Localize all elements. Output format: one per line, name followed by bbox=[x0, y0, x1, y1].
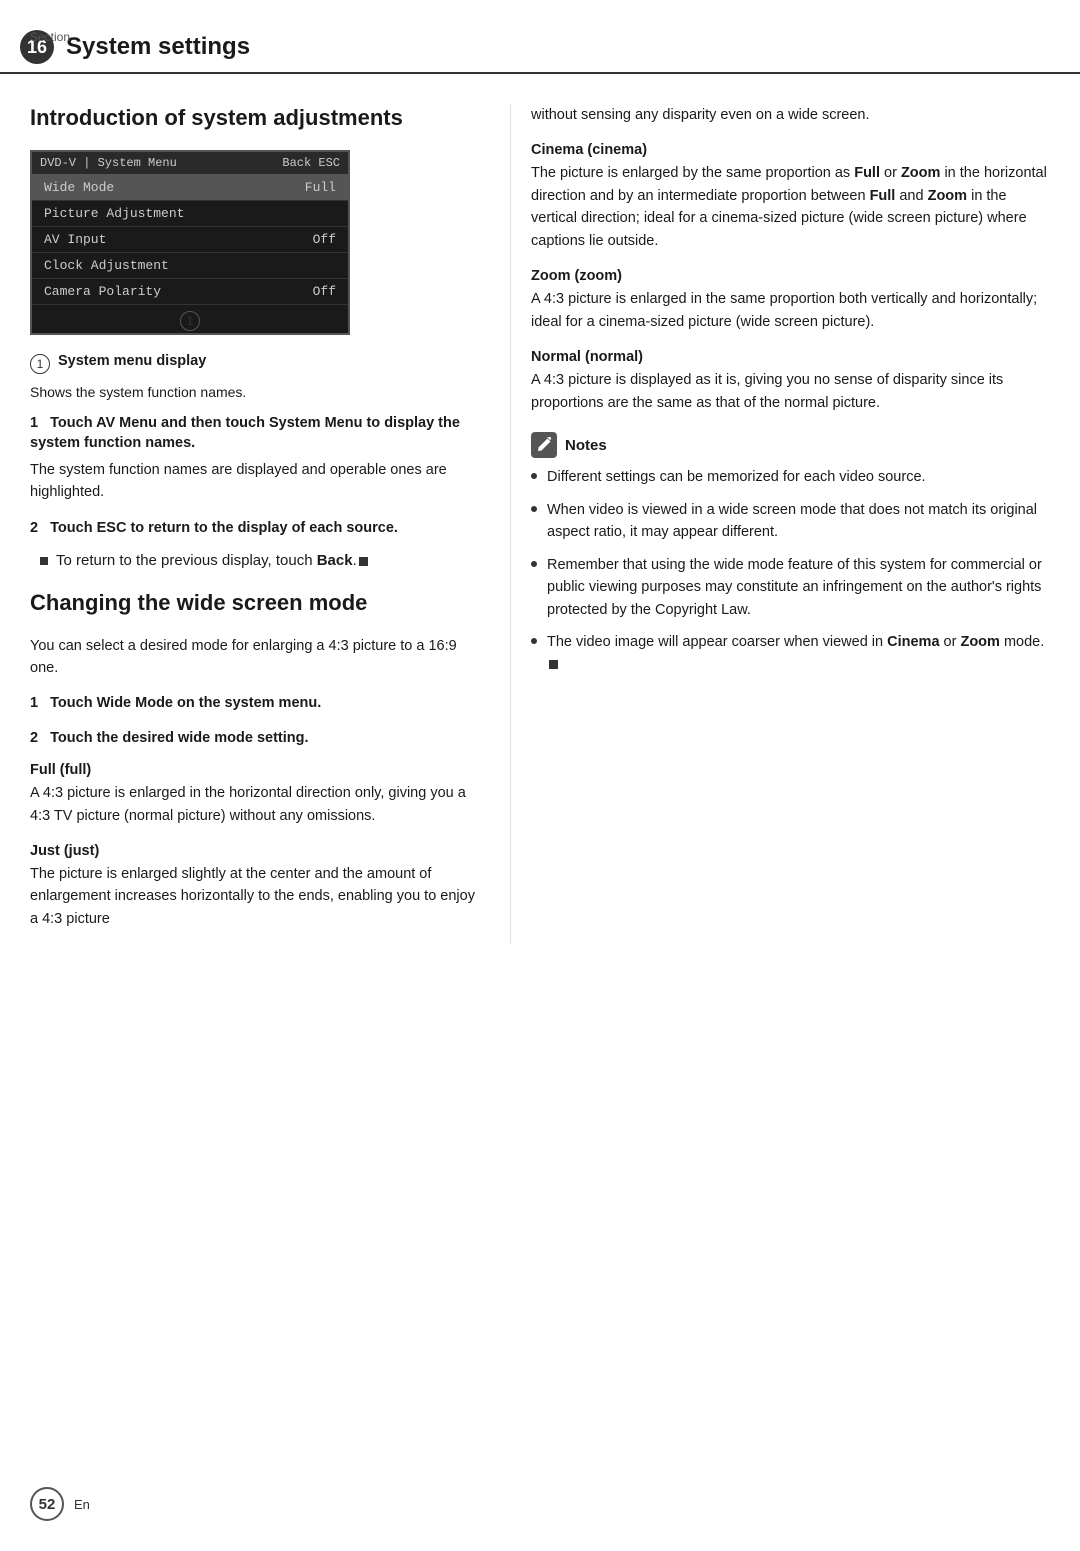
end-square bbox=[359, 557, 368, 566]
section-label: Section bbox=[30, 30, 70, 44]
step-1: 1 Touch AV Menu and then touch System Me… bbox=[30, 413, 480, 504]
right-column: without sensing any disparity even on a … bbox=[510, 104, 1050, 944]
content-columns: Introduction of system adjustments DVD-V… bbox=[0, 104, 1080, 944]
just-body: The picture is enlarged slightly at the … bbox=[30, 863, 480, 930]
end-square-2 bbox=[549, 660, 558, 669]
menu-circle-num: 1 bbox=[180, 311, 200, 331]
intro-heading: Introduction of system adjustments bbox=[30, 104, 480, 132]
bullet-step: To return to the previous display, touch… bbox=[40, 552, 480, 569]
normal-body: A 4:3 picture is displayed as it is, giv… bbox=[531, 369, 1050, 414]
zoom-body: A 4:3 picture is enlarged in the same pr… bbox=[531, 288, 1050, 333]
page-number: 52 bbox=[30, 1487, 64, 1521]
sys-menu-row-4: Camera Polarity Off bbox=[32, 279, 348, 305]
sys-menu-row-0: Wide Mode Full bbox=[32, 175, 348, 201]
circle-num-1: 1 bbox=[30, 354, 50, 374]
sys-menu-header-right: Back ESC bbox=[282, 156, 340, 170]
note-bullet-3 bbox=[531, 638, 537, 644]
bullet-square bbox=[40, 557, 48, 565]
intro-body: without sensing any disparity even on a … bbox=[531, 104, 1050, 126]
row-label-2: AV Input bbox=[44, 232, 106, 247]
note-bullet-0 bbox=[531, 473, 537, 479]
pencil-icon bbox=[536, 437, 552, 453]
wide-step-1-heading: 1 Touch Wide Mode on the system menu. bbox=[30, 693, 480, 713]
cinema-body: The picture is enlarged by the same prop… bbox=[531, 162, 1050, 252]
page-footer: 52 En bbox=[30, 1487, 90, 1521]
just-heading: Just (just) bbox=[30, 843, 480, 859]
wide-step-1: 1 Touch Wide Mode on the system menu. bbox=[30, 693, 480, 713]
circle-item-label: System menu display bbox=[58, 353, 206, 369]
header-bar: 16 System settings bbox=[0, 22, 1080, 74]
sys-menu-row-2: AV Input Off bbox=[32, 227, 348, 253]
wide-screen-heading: Changing the wide screen mode bbox=[30, 589, 480, 617]
row-value-4: Off bbox=[313, 284, 336, 299]
notes-label: Notes bbox=[565, 437, 607, 454]
row-label-1: Picture Adjustment bbox=[44, 206, 184, 221]
circle-item-body: Shows the system function names. bbox=[30, 382, 480, 404]
row-label-0: Wide Mode bbox=[44, 180, 114, 195]
page-container: Section 16 System settings Introduction … bbox=[0, 22, 1080, 1551]
note-item-1: When video is viewed in a wide screen mo… bbox=[531, 499, 1050, 544]
system-menu-screenshot: DVD-V | System Menu Back ESC Wide Mode F… bbox=[30, 150, 350, 335]
left-column: Introduction of system adjustments DVD-V… bbox=[30, 104, 510, 944]
wide-step-2: 2 Touch the desired wide mode setting. bbox=[30, 728, 480, 748]
zoom-heading: Zoom (zoom) bbox=[531, 268, 1050, 284]
step-2-heading: 2 Touch ESC to return to the display of … bbox=[30, 518, 480, 538]
page-lang: En bbox=[74, 1497, 90, 1512]
note-item-2: Remember that using the wide mode featur… bbox=[531, 554, 1050, 621]
wide-step-2-heading: 2 Touch the desired wide mode setting. bbox=[30, 728, 480, 748]
note-item-0: Different settings can be memorized for … bbox=[531, 466, 1050, 488]
sys-menu-row-1: Picture Adjustment bbox=[32, 201, 348, 227]
notes-icon bbox=[531, 432, 557, 458]
step-2: 2 Touch ESC to return to the display of … bbox=[30, 518, 480, 538]
step-1-heading: 1 Touch AV Menu and then touch System Me… bbox=[30, 413, 480, 454]
full-heading: Full (full) bbox=[30, 762, 480, 778]
note-text-2: Remember that using the wide mode featur… bbox=[547, 554, 1050, 621]
note-bullet-2 bbox=[531, 561, 537, 567]
header-title: System settings bbox=[66, 33, 250, 61]
note-item-3: The video image will appear coarser when… bbox=[531, 631, 1050, 676]
notes-header: Notes bbox=[531, 432, 1050, 458]
wide-screen-intro: You can select a desired mode for enlarg… bbox=[30, 635, 480, 680]
sys-menu-row-3: Clock Adjustment bbox=[32, 253, 348, 279]
sys-menu-footer: 1 bbox=[32, 305, 348, 333]
sys-menu-header-left: DVD-V | System Menu bbox=[40, 156, 177, 170]
cinema-heading: Cinema (cinema) bbox=[531, 142, 1050, 158]
full-body: A 4:3 picture is enlarged in the horizon… bbox=[30, 782, 480, 827]
row-label-4: Camera Polarity bbox=[44, 284, 161, 299]
row-value-2: Off bbox=[313, 232, 336, 247]
circle-item-1: 1 System menu display bbox=[30, 353, 480, 374]
step-1-body: The system function names are displayed … bbox=[30, 459, 480, 504]
notes-box: Notes Different settings can be memorize… bbox=[531, 432, 1050, 676]
row-value-0: Full bbox=[305, 180, 336, 195]
note-text-1: When video is viewed in a wide screen mo… bbox=[547, 499, 1050, 544]
note-bullet-1 bbox=[531, 506, 537, 512]
row-label-3: Clock Adjustment bbox=[44, 258, 169, 273]
note-text-0: Different settings can be memorized for … bbox=[547, 466, 926, 488]
bullet-text: To return to the previous display, touch… bbox=[56, 552, 368, 569]
note-text-3: The video image will appear coarser when… bbox=[547, 631, 1050, 676]
sys-menu-header: DVD-V | System Menu Back ESC bbox=[32, 152, 348, 175]
normal-heading: Normal (normal) bbox=[531, 349, 1050, 365]
notes-list: Different settings can be memorized for … bbox=[531, 466, 1050, 676]
